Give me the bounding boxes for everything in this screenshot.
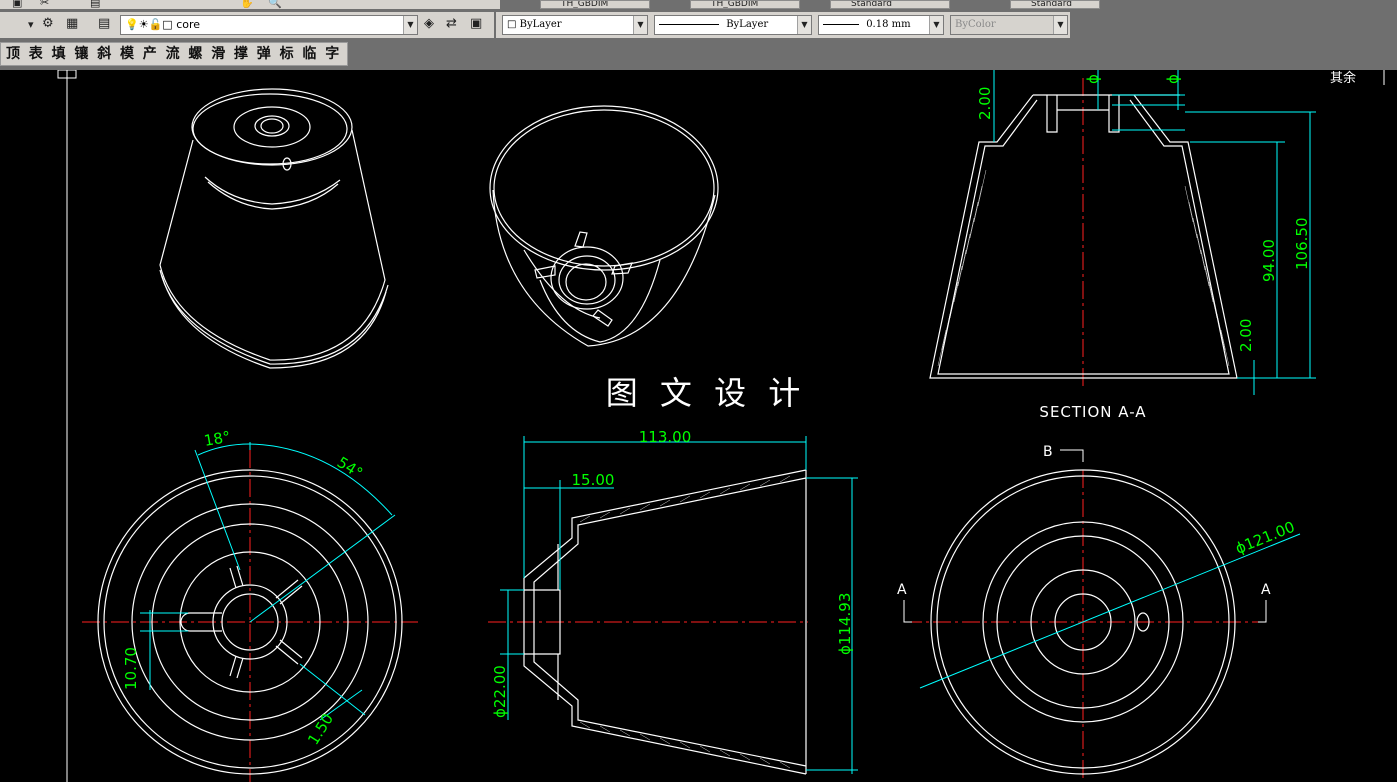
menu-item-12[interactable]: 标 bbox=[279, 45, 295, 64]
linetype-sample bbox=[659, 24, 719, 25]
dim-angle-small: 18° bbox=[203, 428, 232, 450]
menu-item-11[interactable]: 弹 bbox=[256, 45, 272, 64]
unlock-icon: 🔓 bbox=[148, 18, 163, 31]
layer-name: core bbox=[176, 18, 201, 31]
color-control[interactable]: □ ByLayer ▼ bbox=[502, 15, 648, 35]
menu-item-1[interactable]: 表 bbox=[28, 45, 44, 64]
menu-item-2[interactable]: 填 bbox=[51, 45, 67, 64]
standard-toolbar: ▣ ✂ ▤ ✋ 🔍 bbox=[0, 0, 500, 9]
chevron-down-icon[interactable]: ▼ bbox=[633, 16, 647, 34]
chevron-down-icon[interactable]: ▼ bbox=[929, 16, 943, 34]
dimstyle-2-value: TH_GBDIM bbox=[711, 0, 759, 9]
menu-item-0[interactable]: 顶 bbox=[5, 45, 21, 64]
dim-angle-large: 54° bbox=[334, 453, 366, 482]
menu-item-13[interactable]: 临 bbox=[301, 45, 317, 64]
dim-neck-length: 15.00 bbox=[572, 471, 615, 489]
top-view-ribs: 18° 54° 10.70 1.50 bbox=[82, 428, 418, 782]
iso-view-exterior bbox=[159, 88, 389, 369]
menu-item-4[interactable]: 斜 bbox=[96, 45, 112, 64]
lineweight-control[interactable]: 0.18 mm ▼ bbox=[818, 15, 944, 35]
layer-previous-icon[interactable]: ⇄ bbox=[446, 17, 457, 31]
dim-wall-thickness: 2.00 bbox=[1237, 319, 1255, 352]
layer-tools: ◈ ⇄ ▣ bbox=[420, 12, 494, 38]
dim-bore-dia: ϕ22.00 bbox=[491, 665, 509, 718]
section-marker-b: B bbox=[1043, 444, 1053, 460]
menu-item-3[interactable]: 镶 bbox=[73, 45, 89, 64]
menu-item-6[interactable]: 产 bbox=[142, 45, 158, 64]
textstyle-value: Standard bbox=[851, 0, 892, 9]
side-section-view: 113.00 15.00 ϕ114.93 ϕ22.00 bbox=[488, 428, 858, 775]
layer-control[interactable]: 💡☀🔓□ core ▼ bbox=[120, 15, 418, 35]
dim-rib-width: 10.70 bbox=[122, 647, 140, 690]
menu-item-8[interactable]: 螺 bbox=[187, 45, 203, 64]
dim-overall-length: 113.00 bbox=[639, 428, 692, 446]
menu-item-5[interactable]: 模 bbox=[119, 45, 135, 64]
cut-icon[interactable]: ✂ bbox=[40, 0, 49, 10]
gear-icon[interactable]: ⚙ bbox=[42, 17, 54, 31]
linetype-control[interactable]: ByLayer ▼ bbox=[654, 15, 812, 35]
cad-toolbar-area: TH_GBDIM TH_GBDIM Standard Standard ▣ ✂ … bbox=[0, 0, 1397, 70]
color-swatch-icon: □ bbox=[507, 19, 517, 30]
layer-match-icon[interactable]: ▣ bbox=[470, 17, 482, 31]
color-value: ByLayer bbox=[519, 19, 562, 30]
plan-view: A A B ϕ121.00 bbox=[897, 444, 1301, 782]
dropdown-icon[interactable]: ▾ bbox=[28, 18, 34, 32]
dimstyle-control-2[interactable]: TH_GBDIM bbox=[690, 0, 800, 9]
dimstyle-1-value: TH_GBDIM bbox=[561, 0, 609, 9]
chevron-down-icon[interactable]: ▼ bbox=[797, 16, 811, 34]
lineweight-value: 0.18 mm bbox=[866, 19, 911, 30]
layer-states-icon[interactable]: ▦ bbox=[66, 17, 78, 31]
make-current-icon[interactable]: ◈ bbox=[424, 17, 434, 31]
section-marker-a-left: A bbox=[897, 582, 907, 598]
dim-total-height: 106.50 bbox=[1293, 218, 1311, 271]
pan-icon[interactable]: ✋ bbox=[240, 0, 254, 10]
section-view-a-a: 2.00 106.50 94.00 2.00 ϕ ϕ SECTION A-A 其… bbox=[929, 70, 1356, 421]
layer-color-icon: □ bbox=[162, 18, 173, 31]
section-label: SECTION A-A bbox=[1039, 403, 1146, 421]
corner-roughness-text: 其余 bbox=[1330, 70, 1356, 86]
lineweight-sample bbox=[823, 24, 859, 25]
zoom-icon[interactable]: 🔍 bbox=[268, 0, 282, 10]
menu-item-7[interactable]: 流 bbox=[165, 45, 181, 64]
dim-outer-dia: ϕ114.93 bbox=[836, 593, 854, 655]
plotstyle-control: ByColor ▼ bbox=[950, 15, 1068, 35]
tablestyle-control[interactable]: Standard bbox=[1010, 0, 1100, 9]
section-marker-a-right: A bbox=[1261, 582, 1271, 598]
layer-manager-icon[interactable]: ▤ bbox=[98, 17, 110, 31]
tablestyle-value: Standard bbox=[1031, 0, 1072, 9]
lightbulb-icon: 💡 bbox=[125, 18, 139, 31]
textstyle-control[interactable]: Standard bbox=[830, 0, 950, 9]
sun-icon: ☀ bbox=[138, 18, 149, 31]
dim-top-thickness: 2.00 bbox=[976, 87, 994, 120]
dim-rim-dia: ϕ121.00 bbox=[1233, 518, 1298, 558]
dim-phi-2: ϕ bbox=[1164, 74, 1182, 84]
watermark-text: 图 文 设 计 bbox=[606, 374, 807, 412]
dim-phi-1: ϕ bbox=[1084, 74, 1102, 84]
drawing-canvas[interactable]: 2.00 106.50 94.00 2.00 ϕ ϕ SECTION A-A 其… bbox=[0, 70, 1397, 782]
menu-item-10[interactable]: 撑 bbox=[233, 45, 249, 64]
chevron-down-icon[interactable]: ▼ bbox=[403, 16, 417, 34]
iso-view-interior bbox=[489, 105, 719, 347]
tianzheng-menu-toolbar: 顶表填镶斜模产流螺滑撑弹标临字 bbox=[0, 42, 348, 66]
menu-item-14[interactable]: 字 bbox=[324, 45, 340, 64]
plotstyle-value: ByColor bbox=[955, 19, 996, 30]
open-icon[interactable]: ▣ bbox=[12, 0, 22, 10]
linetype-value: ByLayer bbox=[726, 19, 769, 30]
dim-inner-height: 94.00 bbox=[1260, 239, 1278, 282]
chevron-down-icon: ▼ bbox=[1053, 16, 1067, 34]
dimstyle-control-1[interactable]: TH_GBDIM bbox=[540, 0, 650, 9]
menu-item-9[interactable]: 滑 bbox=[210, 45, 226, 64]
copy-icon[interactable]: ▤ bbox=[90, 0, 100, 10]
